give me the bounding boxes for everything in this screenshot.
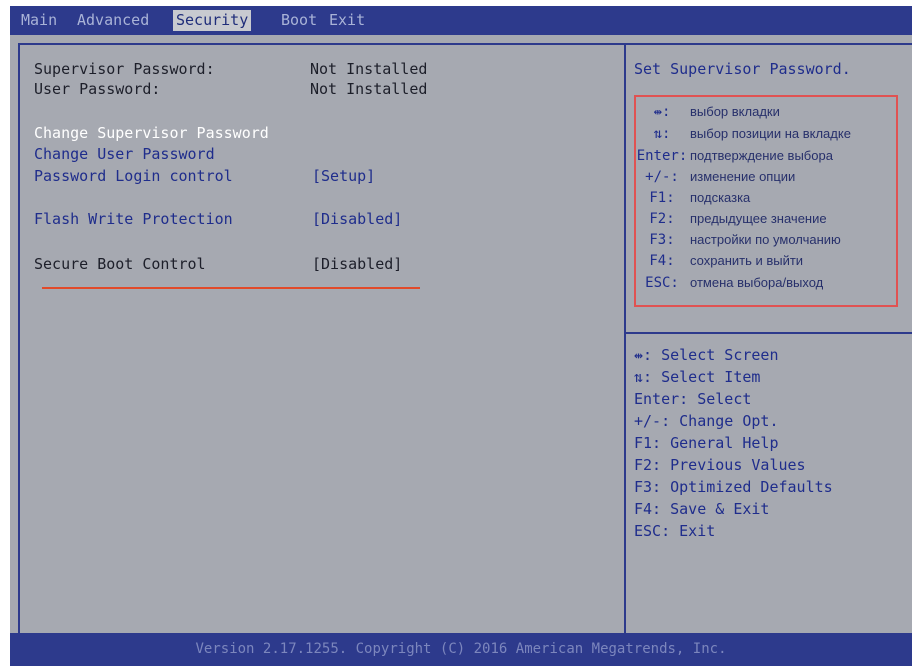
legend-key: F2: (649, 211, 675, 227)
legend-text: выбор вкладки (690, 104, 780, 119)
password-login-control-item[interactable]: Password Login control (34, 166, 233, 186)
menu-bar: Main Advanced Security Boot Exit (10, 6, 912, 35)
legend-row: ESC: отмена выбора/выход (636, 273, 896, 293)
help-divider (626, 332, 912, 334)
key-help-change-opt: +/-: Change Opt. (634, 412, 779, 430)
legend-key: ESC: (645, 275, 679, 291)
legend-row: F2: предыдущее значение (636, 209, 896, 229)
legend-key: +/-: (645, 169, 679, 185)
legend-row: +/-: изменение опции (636, 167, 896, 187)
key-help-f2: F2: Previous Values (634, 456, 806, 474)
legend-text: выбор позиции на вкладке (690, 126, 851, 141)
user-password-label: User Password: (34, 80, 161, 98)
legend-key: F1: (649, 190, 675, 206)
key-help-f4: F4: Save & Exit (634, 500, 770, 518)
legend-text: подсказка (690, 190, 751, 205)
help-title: Set Supervisor Password. (634, 60, 851, 78)
key-help-enter: Enter: Select (634, 390, 752, 408)
legend-text: отмена выбора/выход (690, 275, 824, 290)
flash-write-protection-item[interactable]: Flash Write Protection (34, 209, 233, 229)
tab-security[interactable]: Security (173, 10, 252, 31)
supervisor-password-status: Not Installed (310, 60, 428, 78)
bios-panel: Supervisor Password: Not Installed User … (10, 35, 912, 633)
footer-version: Version 2.17.1255. Copyright (C) 2016 Am… (10, 633, 912, 666)
change-user-password-item[interactable]: Change User Password (34, 144, 215, 164)
legend-row: F4: сохранить и выйти (636, 251, 896, 271)
legend-row: F3: настройки по умолчанию (636, 230, 896, 250)
select-screen-icon: ⇹: (653, 104, 671, 120)
tab-boot[interactable]: Boot (278, 10, 320, 31)
password-login-control-value[interactable]: [Setup] (312, 166, 375, 186)
legend-key: F4: (649, 253, 675, 269)
key-help-f1: F1: General Help (634, 434, 779, 452)
change-supervisor-password-item[interactable]: Change Supervisor Password (34, 123, 269, 143)
key-help-esc: ESC: Exit (634, 522, 716, 540)
legend-row: ⇹: выбор вкладки (636, 102, 896, 122)
key-help-select-item: ⇅: Select Item (634, 368, 761, 386)
select-item-icon: ⇅: (653, 126, 671, 142)
legend-text: подтверждение выбора (690, 148, 833, 163)
legend-key: F3: (649, 232, 675, 248)
key-help-f3: F3: Optimized Defaults (634, 478, 833, 496)
russian-legend-box: ⇹: выбор вкладки ⇅: выбор позиции на вкл… (634, 95, 898, 307)
legend-row: ⇅: выбор позиции на вкладке (636, 124, 896, 144)
flash-write-protection-value[interactable]: [Disabled] (312, 209, 402, 229)
legend-row: Enter: подтверждение выбора (636, 146, 896, 166)
tab-exit[interactable]: Exit (326, 10, 368, 31)
tab-advanced[interactable]: Advanced (74, 10, 152, 31)
legend-key: Enter: (636, 148, 688, 164)
legend-text: настройки по умолчанию (690, 232, 841, 247)
vertical-divider (624, 45, 626, 633)
legend-text: сохранить и выйти (690, 253, 804, 268)
content-frame: Supervisor Password: Not Installed User … (18, 43, 912, 633)
secure-boot-underline (42, 287, 420, 289)
legend-row: F1: подсказка (636, 188, 896, 208)
user-password-status: Not Installed (310, 80, 428, 98)
tab-main[interactable]: Main (18, 10, 60, 31)
key-help-select-screen: ⇹: Select Screen (634, 346, 779, 364)
secure-boot-control-value[interactable]: [Disabled] (312, 254, 402, 274)
supervisor-password-label: Supervisor Password: (34, 60, 215, 78)
legend-text: изменение опции (690, 169, 796, 184)
secure-boot-control-item[interactable]: Secure Boot Control (34, 254, 206, 274)
legend-text: предыдущее значение (690, 211, 827, 226)
